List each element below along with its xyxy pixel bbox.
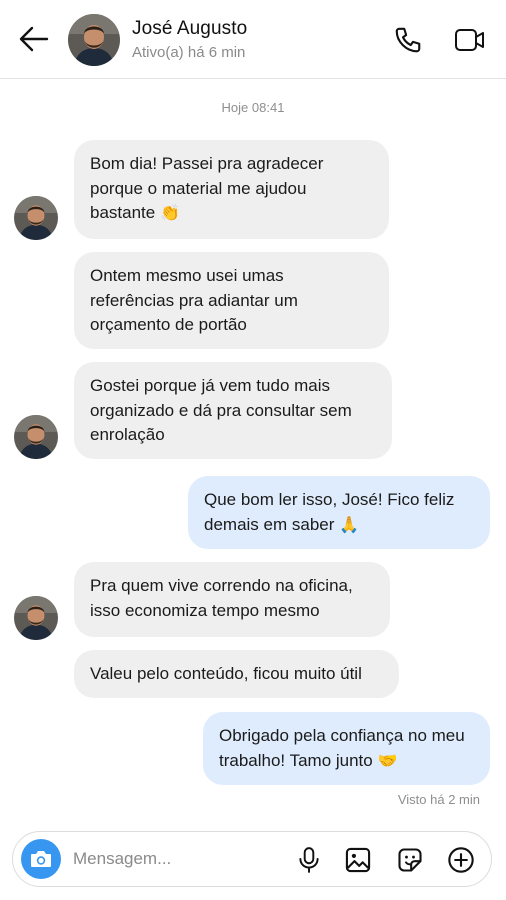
microphone-icon: [299, 847, 319, 873]
sender-avatar[interactable]: [14, 415, 58, 459]
clapping-hands-emoji: 👏: [159, 203, 180, 222]
gallery-button[interactable]: [342, 844, 374, 876]
message-text: Pra quem vive correndo na oficina, isso …: [90, 576, 353, 620]
seen-status: Visto há 2 min: [397, 792, 480, 807]
message-bubble-outgoing[interactable]: Obrigado pela confiança no meu trabalho!…: [203, 712, 490, 785]
message-bubble-incoming[interactable]: Valeu pelo conteúdo, ficou muito útil: [74, 650, 399, 698]
message-bubble-outgoing[interactable]: Que bom ler isso, José! Fico feliz demai…: [188, 476, 490, 549]
message-input[interactable]: [73, 842, 283, 876]
video-call-button[interactable]: [450, 22, 490, 58]
voice-call-button[interactable]: [389, 22, 427, 58]
add-button[interactable]: [445, 844, 477, 876]
message-text: Valeu pelo conteúdo, ficou muito útil: [90, 664, 362, 683]
phone-icon: [395, 27, 421, 53]
plus-circle-icon: [448, 847, 474, 873]
message-text: Gostei porque já vem tudo mais organizad…: [90, 376, 352, 444]
camera-icon: [31, 851, 51, 867]
image-icon: [345, 847, 371, 873]
video-camera-icon: [455, 29, 484, 51]
arrow-left-icon: [19, 26, 49, 52]
message-bubble-incoming[interactable]: Bom dia! Passei pra agradecer porque o m…: [74, 140, 389, 239]
contact-status: Ativo(a) há 6 min: [132, 44, 246, 61]
message-text: Bom dia! Passei pra agradecer porque o m…: [90, 154, 324, 222]
sticker-icon: [398, 848, 422, 872]
message-text: Que bom ler isso, José! Fico feliz demai…: [204, 490, 455, 534]
message-bubble-incoming[interactable]: Pra quem vive correndo na oficina, isso …: [74, 562, 390, 637]
handshake-emoji: 🤝: [377, 750, 398, 770]
message-composer: [12, 831, 492, 887]
voice-message-button[interactable]: [293, 844, 325, 876]
message-bubble-incoming[interactable]: Ontem mesmo usei umas referências pra ad…: [74, 252, 389, 349]
back-button[interactable]: [14, 22, 54, 56]
message-text: Obrigado pela confiança no meu trabalho!…: [219, 726, 465, 770]
sender-avatar[interactable]: [14, 196, 58, 240]
chat-header: José Augusto Ativo(a) há 6 min: [0, 0, 506, 79]
message-bubble-incoming[interactable]: Gostei porque já vem tudo mais organizad…: [74, 362, 392, 459]
day-timestamp: Hoje 08:41: [221, 100, 285, 115]
sticker-button[interactable]: [394, 844, 426, 876]
contact-name[interactable]: José Augusto: [132, 18, 247, 40]
folded-hands-emoji: 🙏: [339, 514, 360, 534]
message-text: Ontem mesmo usei umas referências pra ad…: [90, 266, 298, 334]
camera-button[interactable]: [21, 839, 61, 879]
sender-avatar[interactable]: [14, 596, 58, 640]
contact-avatar[interactable]: [68, 14, 120, 66]
